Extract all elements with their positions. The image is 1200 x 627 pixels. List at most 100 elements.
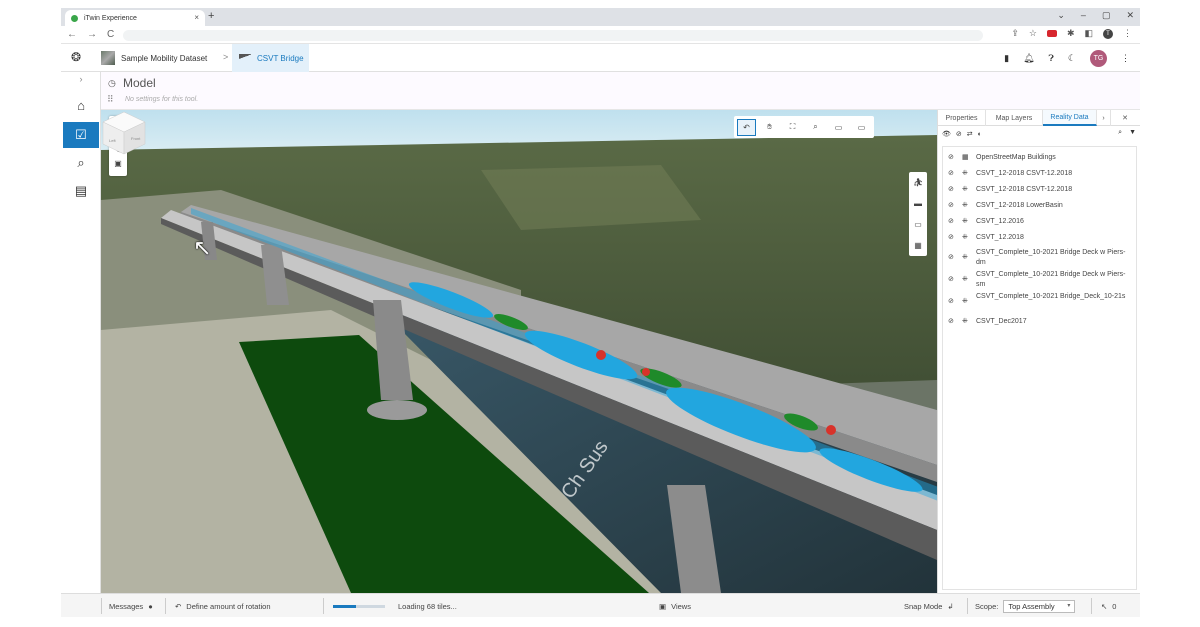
user-avatar[interactable]: TG <box>1090 50 1107 67</box>
chat-bubble-icon: ● <box>148 601 153 611</box>
visibility-eye-icon[interactable]: ⊘ <box>948 169 962 179</box>
address-bar[interactable] <box>123 30 983 41</box>
tab-reality-data[interactable]: Reality Data <box>1043 110 1097 126</box>
list-item[interactable]: ⊘ ⁜ CSVT_Complete_10-2021 Bridge Deck w … <box>943 248 1136 268</box>
browser-toolbar: ← → C ⇪ ☆ ✱ ◧ T ⋮ <box>61 26 1140 44</box>
theme-moon-icon[interactable]: ☾ <box>1068 53 1076 64</box>
extensions-puzzle-icon[interactable]: ✱ <box>1067 28 1075 39</box>
notifications-bell-icon[interactable]: 🔔︎ <box>1023 53 1034 64</box>
clipboard-icon[interactable]: ▣ <box>114 159 122 168</box>
drag-handle-icon[interactable]: ⠿ <box>107 94 114 105</box>
list-item[interactable]: ⊘ ⁜ CSVT_Complete_10-2021 Bridge_Deck_10… <box>943 292 1136 307</box>
help-icon[interactable]: ❓︎ <box>1049 53 1054 64</box>
tab-properties[interactable]: Properties <box>938 110 986 126</box>
views-button[interactable]: ▣ Views <box>659 594 691 617</box>
itwin-favicon-icon <box>71 14 78 22</box>
youtube-extension-icon[interactable] <box>1046 30 1057 37</box>
fit-view-icon[interactable]: ⛶ <box>783 119 802 136</box>
rotate-tool-icon[interactable]: ↶ <box>737 118 756 136</box>
new-tab-button[interactable]: + <box>208 10 214 22</box>
model-tool-icon[interactable]: ☑ <box>63 122 99 148</box>
browser-menu-icon[interactable]: ⋮ <box>1123 28 1132 39</box>
views-label: Views <box>671 601 691 611</box>
visibility-eye-icon[interactable]: ⊘ <box>948 317 962 327</box>
expand-rail-chevron-icon[interactable]: › <box>61 72 101 86</box>
list-item[interactable]: ⊘ ⁜ CSVT_Complete_10-2021 Bridge Deck w … <box>943 270 1136 290</box>
tab-overflow-chevron-icon[interactable]: › <box>1097 110 1111 126</box>
tool-title: Model <box>123 76 156 90</box>
visibility-eye-icon[interactable]: ⊘ <box>948 292 962 307</box>
pier-3-base <box>367 400 427 420</box>
chevron-down-icon: ▾ <box>1067 602 1071 609</box>
forward-button[interactable]: → <box>87 29 97 40</box>
list-item[interactable]: ⊘ ⁜ CSVT_Dec2017 <box>943 317 1136 327</box>
invert-icon[interactable]: ⇄ <box>967 130 973 138</box>
bookmark-icon[interactable]: ▮ <box>1004 53 1009 64</box>
view-navigation-toolbar: ↶ ✋︎ ⛶ ⌕ ▭ ▭ <box>734 116 874 138</box>
close-tab-icon[interactable]: × <box>194 13 199 22</box>
next-view-icon[interactable]: ▭ <box>852 119 871 136</box>
browser-tab[interactable]: iTwin Experience × <box>65 10 205 26</box>
pan-hand-icon[interactable]: ✋︎ <box>760 119 779 136</box>
visibility-eye-icon[interactable]: ⊘ <box>948 217 962 227</box>
breadcrumb-imodel[interactable]: CSVT Bridge <box>232 44 309 72</box>
pointcloud-icon: ⁜ <box>962 254 968 261</box>
cube-left-label: Left <box>109 138 117 143</box>
tab-map-layers[interactable]: Map Layers <box>986 110 1043 126</box>
itwin-logo-icon[interactable]: ❂ <box>71 50 87 64</box>
previous-view-icon[interactable]: ▭ <box>829 119 848 136</box>
filter-icon[interactable]: ▼ <box>1129 129 1136 137</box>
list-item[interactable]: ⊘ ▦ OpenStreetMap Buildings <box>943 153 1136 163</box>
pointcloud-icon: ⁜ <box>962 218 968 225</box>
visibility-eye-icon[interactable]: ⊘ <box>948 248 962 263</box>
maximize-button[interactable]: ▢ <box>1102 10 1111 21</box>
list-item[interactable]: ⊘ ⁜ CSVT_12-2018 CSVT-12.2018 <box>943 169 1136 179</box>
visibility-eye-icon[interactable]: ⊘ <box>948 201 962 211</box>
isolate-icon[interactable]: ◐ <box>978 131 982 138</box>
app-menu-icon[interactable]: ⋮ <box>1121 53 1130 64</box>
show-all-icon[interactable]: 👁︎ <box>942 130 951 138</box>
visibility-eye-icon[interactable]: ⊘ <box>948 270 962 285</box>
3d-viewport[interactable]: Ch Sus ↖ ✎ ▣ ↶ ✋︎ ⛶ ⌕ ▭ ▭ Left Front ⛹︎ … <box>101 110 937 593</box>
close-window-button[interactable]: ✕ <box>1126 10 1134 21</box>
snap-mode-button[interactable]: Snap Mode ↲ <box>904 594 954 617</box>
navigation-cube[interactable]: Left Front <box>101 110 147 156</box>
divider <box>101 598 102 614</box>
search-icon[interactable]: ⌕ <box>61 150 101 176</box>
scope-select[interactable]: Top Assembly ▾ <box>1003 599 1076 613</box>
sections-icon[interactable]: ▦ <box>909 235 927 256</box>
bookmark-star-icon[interactable]: ☆ <box>1029 28 1037 39</box>
panel-search-icon[interactable]: ⌕ <box>1118 129 1122 137</box>
breadcrumb-dataset[interactable]: Sample Mobility Dataset <box>101 44 207 72</box>
tab-search-icon[interactable]: ⌄ <box>1057 10 1065 21</box>
home-icon[interactable]: ⌂ <box>61 92 101 118</box>
list-item[interactable]: ⊘ ⁜ CSVT_12-2018 LowerBasin <box>943 201 1136 211</box>
window-controls: ⌄ – ▢ ✕ <box>1057 10 1134 21</box>
minimize-button[interactable]: – <box>1081 10 1086 21</box>
back-button[interactable]: ← <box>67 29 77 40</box>
selection-count[interactable]: ↖ 0 <box>1101 594 1116 617</box>
unpin-panel-icon[interactable]: ✕ <box>1111 110 1139 126</box>
selection-count-value: 0 <box>1112 601 1117 611</box>
clip-icon[interactable]: ▭ <box>909 214 927 235</box>
documents-icon[interactable]: ▤ <box>61 178 101 204</box>
sidepanel-icon[interactable]: ◧ <box>1084 28 1093 39</box>
scope-label: Scope: <box>975 601 999 611</box>
walk-icon[interactable]: ⛹︎ <box>909 172 927 193</box>
list-item[interactable]: ⊘ ⁜ CSVT_12.2018 <box>943 233 1136 243</box>
list-item[interactable]: ⊘ ⁜ CSVT_12-2018 CSVT-12.2018 <box>943 185 1136 195</box>
tile-loading-indicator: Loading 68 tiles... <box>333 594 457 617</box>
visibility-eye-icon[interactable]: ⊘ <box>948 153 962 163</box>
share-icon[interactable]: ⇪ <box>1011 28 1019 39</box>
visibility-eye-icon[interactable]: ⊘ <box>948 233 962 243</box>
hide-all-icon[interactable]: ⊘ <box>956 130 962 138</box>
zoom-window-icon[interactable]: ⌕ <box>806 119 825 136</box>
reload-button[interactable]: C <box>107 29 114 40</box>
scope-field: Scope: Top Assembly ▾ <box>975 594 1076 617</box>
dataset-thumbnail-icon <box>101 51 115 65</box>
profile-icon[interactable]: T <box>1103 28 1113 39</box>
messages-button[interactable]: Messages ● <box>109 594 153 617</box>
list-item[interactable]: ⊘ ⁜ CSVT_12.2016 <box>943 217 1136 227</box>
camera-icon[interactable]: ▬ <box>909 193 927 214</box>
visibility-eye-icon[interactable]: ⊘ <box>948 185 962 195</box>
